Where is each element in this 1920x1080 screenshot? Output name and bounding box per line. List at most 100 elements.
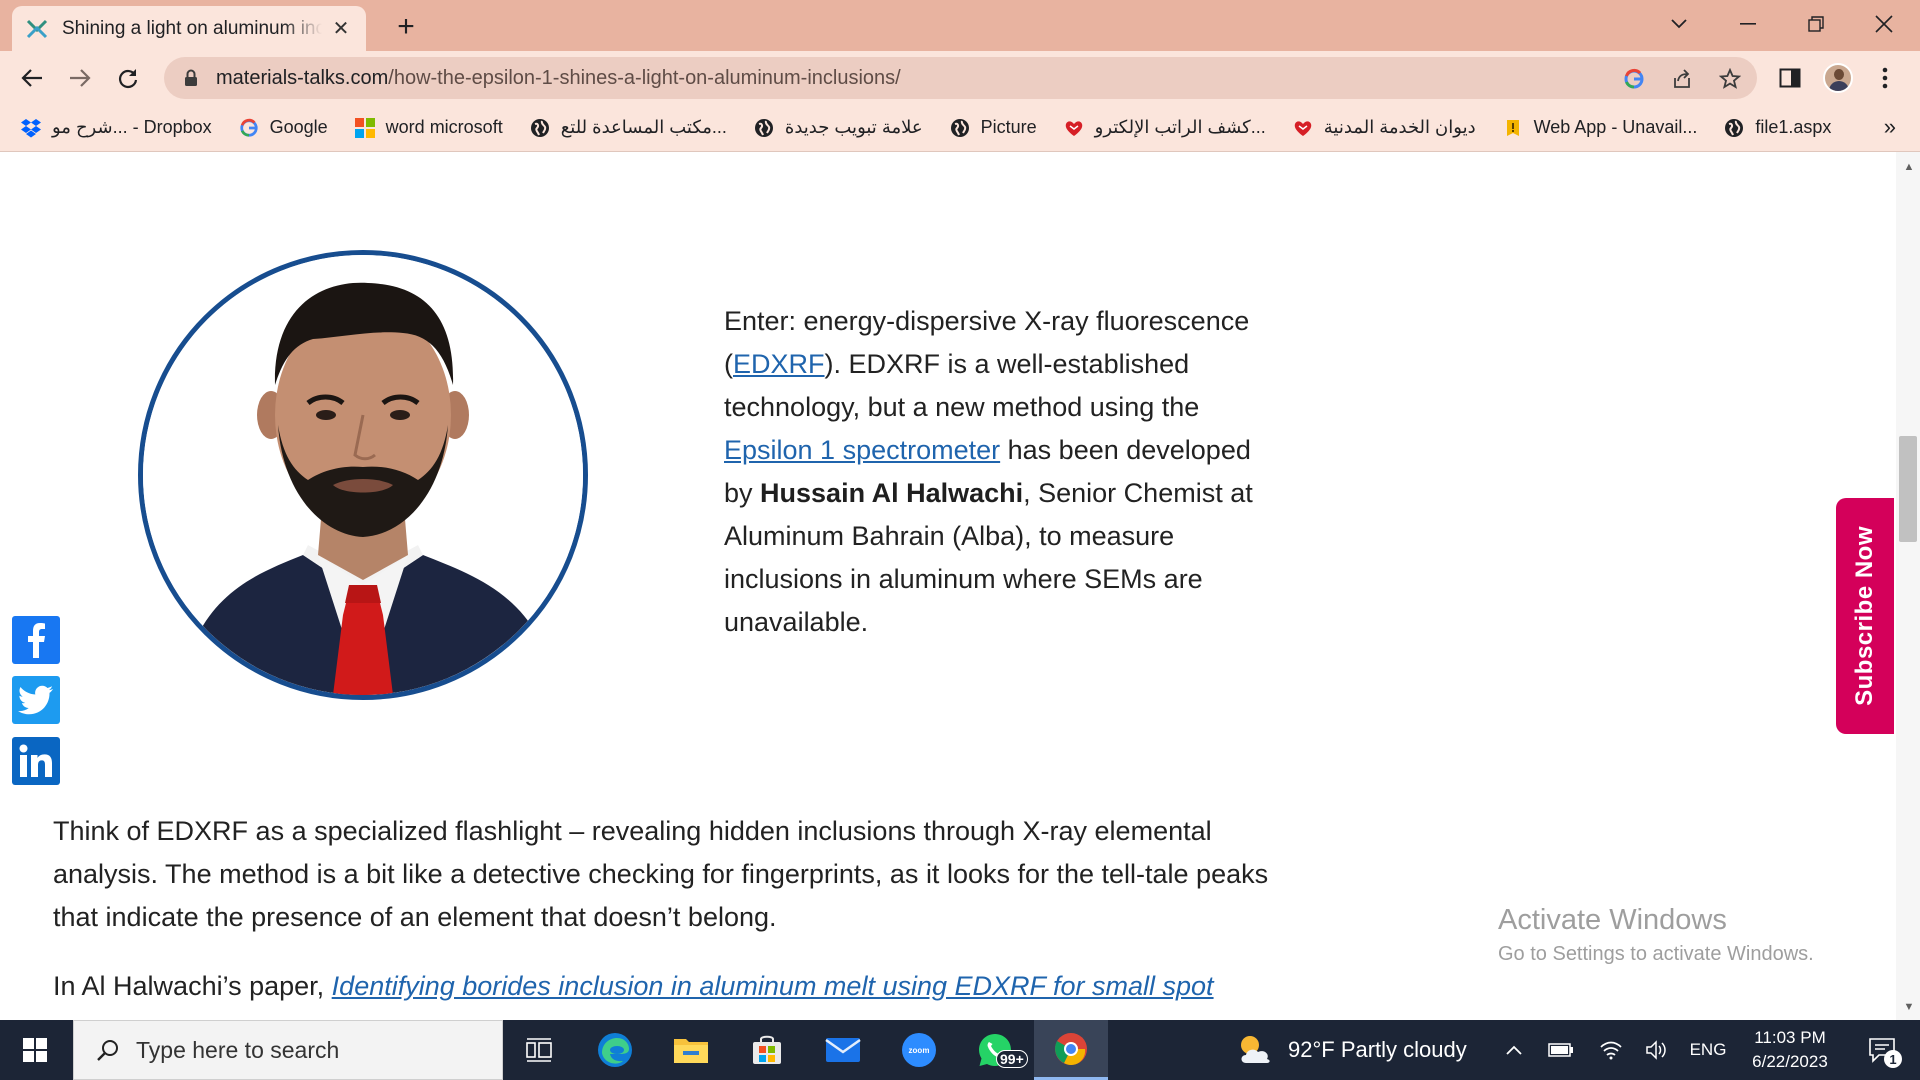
side-panel-icon[interactable]: [1775, 63, 1805, 93]
edge-icon: [598, 1033, 632, 1067]
tab-strip: Shining a light on aluminum inclusions ✕…: [0, 0, 1920, 51]
linkedin-share-button[interactable]: [12, 737, 60, 785]
svg-text:zoom: zoom: [909, 1046, 930, 1055]
forward-button[interactable]: [62, 60, 98, 96]
tab-search-chevron-icon[interactable]: [1651, 6, 1707, 42]
scrollbar-thumb[interactable]: [1899, 436, 1917, 542]
google-lens-icon[interactable]: [1622, 67, 1646, 91]
google-icon: [238, 117, 260, 139]
minimize-button[interactable]: [1720, 6, 1776, 42]
url-path: /how-the-epsilon-1-shines-a-light-on-alu…: [388, 66, 901, 89]
reload-button[interactable]: [110, 60, 146, 96]
globe-icon: [1723, 117, 1745, 139]
paper-title-link[interactable]: Identifying borides inclusion in aluminu…: [332, 971, 1214, 1001]
site-favicon-icon: [26, 18, 48, 40]
url-domain: materials-talks.com: [216, 66, 389, 89]
profile-avatar[interactable]: [1823, 63, 1853, 93]
bookmark-salary[interactable]: كشف الراتب الإلكترو...: [1063, 112, 1266, 144]
more-bookmarks-chevron-icon[interactable]: »: [1884, 114, 1896, 140]
whatsapp-unread-badge: 99+: [996, 1050, 1028, 1068]
bookmark-google[interactable]: Google: [238, 112, 328, 144]
notification-count-badge: 1: [1884, 1050, 1902, 1068]
bookmark-label: Picture: [980, 117, 1037, 137]
bookmark-label: مكتب المساعدة للتع...: [560, 117, 727, 137]
whatsapp-taskbar-button[interactable]: 99+: [958, 1020, 1032, 1080]
warning-icon: [1502, 117, 1524, 139]
subscribe-now-button[interactable]: Subscribe Now: [1836, 498, 1894, 734]
store-icon: [753, 1035, 781, 1064]
bookmark-new-tab[interactable]: علامة تبويب جديدة: [753, 112, 923, 144]
clock-time: 11:03 PM: [1754, 1028, 1826, 1047]
tab-title: Shining a light on aluminum inclusions: [62, 17, 322, 39]
edge-taskbar-button[interactable]: [578, 1020, 652, 1080]
weather-widget[interactable]: 92°F Partly cloudy: [1236, 1020, 1467, 1080]
bookmark-picture[interactable]: Picture: [949, 112, 1037, 144]
bookmark-label: Web App - Unavail...: [1533, 117, 1698, 137]
language-indicator[interactable]: ENG: [1684, 1020, 1732, 1080]
task-view-button[interactable]: [502, 1020, 576, 1080]
edxrf-link[interactable]: EDXRF: [733, 349, 825, 379]
twitter-share-button[interactable]: [12, 676, 60, 724]
bookmark-file1[interactable]: file1.aspx: [1723, 112, 1831, 144]
share-icon[interactable]: [1670, 67, 1694, 91]
notification-center-button[interactable]: 1: [1856, 1020, 1908, 1080]
epsilon-spectrometer-link[interactable]: Epsilon 1 spectrometer: [724, 435, 1000, 465]
url-text[interactable]: materials-talks.com/how-the-epsilon-1-sh…: [216, 67, 901, 90]
file-explorer-taskbar-button[interactable]: [654, 1020, 728, 1080]
globe-icon: [753, 117, 775, 139]
new-tab-button[interactable]: +: [390, 11, 422, 43]
bookmarks-bar: شرح مو... - Dropbox Google word microsof…: [0, 104, 1920, 152]
lock-icon[interactable]: [180, 67, 202, 89]
globe-icon: [529, 117, 551, 139]
intro-paragraph: Enter: energy-dispersive X-ray fluoresce…: [724, 300, 1254, 644]
wifi-icon[interactable]: [1594, 1020, 1628, 1080]
browser-toolbar: materials-talks.com/how-the-epsilon-1-sh…: [0, 51, 1920, 104]
battery-icon[interactable]: [1544, 1020, 1578, 1080]
bookmark-dropbox[interactable]: شرح مو... - Dropbox: [20, 112, 212, 144]
dropbox-icon: [20, 117, 42, 139]
close-window-button[interactable]: [1856, 6, 1912, 42]
activate-windows-watermark: Activate Windows Go to Settings to activ…: [1498, 904, 1814, 966]
address-bar[interactable]: materials-talks.com/how-the-epsilon-1-sh…: [164, 57, 1757, 99]
weather-text: 92°F Partly cloudy: [1288, 1037, 1467, 1062]
zoom-taskbar-button[interactable]: zoom: [882, 1020, 956, 1080]
tab-close-icon[interactable]: ✕: [330, 18, 352, 40]
bookmark-web-app[interactable]: Web App - Unavail...: [1502, 112, 1698, 144]
bookmark-star-icon[interactable]: [1718, 67, 1742, 91]
search-icon: [97, 1040, 118, 1061]
chrome-taskbar-button[interactable]: [1034, 1020, 1108, 1080]
taskbar-clock[interactable]: 11:03 PM 6/22/2023: [1730, 1026, 1850, 1074]
start-button[interactable]: [0, 1020, 70, 1080]
menu-kebab-icon[interactable]: [1870, 63, 1900, 93]
taskbar-search-box[interactable]: Type here to search: [73, 1020, 503, 1080]
subscribe-label: Subscribe Now: [1851, 526, 1878, 706]
bookmark-help-desk[interactable]: مكتب المساعدة للتع...: [529, 112, 727, 144]
folder-icon: [674, 1039, 708, 1063]
heart-shield-icon: [1063, 117, 1085, 139]
search-placeholder: Type here to search: [136, 1036, 340, 1063]
bookmark-label: ديوان الخدمة المدنية: [1323, 117, 1476, 137]
volume-icon[interactable]: [1640, 1020, 1674, 1080]
body-paragraph-paper: In Al Halwachi’s paper, Identifying bori…: [53, 965, 1343, 1008]
bookmark-label: علامة تبويب جديدة: [784, 117, 923, 137]
mail-taskbar-button[interactable]: [806, 1020, 880, 1080]
chrome-icon: [1055, 1032, 1087, 1065]
twitter-icon: [18, 685, 53, 715]
bookmark-label: file1.aspx: [1755, 117, 1832, 137]
bookmark-civil-service[interactable]: ديوان الخدمة المدنية: [1292, 112, 1476, 144]
back-button[interactable]: [14, 60, 50, 96]
restore-button[interactable]: [1788, 6, 1844, 42]
clock-date: 6/22/2023: [1752, 1052, 1828, 1071]
browser-tab[interactable]: Shining a light on aluminum inclusions ✕: [12, 6, 366, 51]
show-hidden-icons-chevron-icon[interactable]: [1498, 1020, 1530, 1080]
vertical-scrollbar[interactable]: [1896, 152, 1920, 1020]
scroll-up-arrow-icon[interactable]: ▲: [1902, 160, 1916, 174]
bookmark-label: شرح مو... - Dropbox: [52, 117, 212, 137]
zoom-icon: zoom: [902, 1033, 936, 1067]
facebook-share-button[interactable]: [12, 616, 60, 664]
linkedin-icon: [19, 744, 52, 777]
scroll-down-arrow-icon[interactable]: ▼: [1902, 1000, 1916, 1014]
bookmark-word-microsoft[interactable]: word microsoft: [354, 112, 503, 144]
windows-logo-icon: [23, 1038, 47, 1062]
microsoft-store-taskbar-button[interactable]: [730, 1020, 804, 1080]
